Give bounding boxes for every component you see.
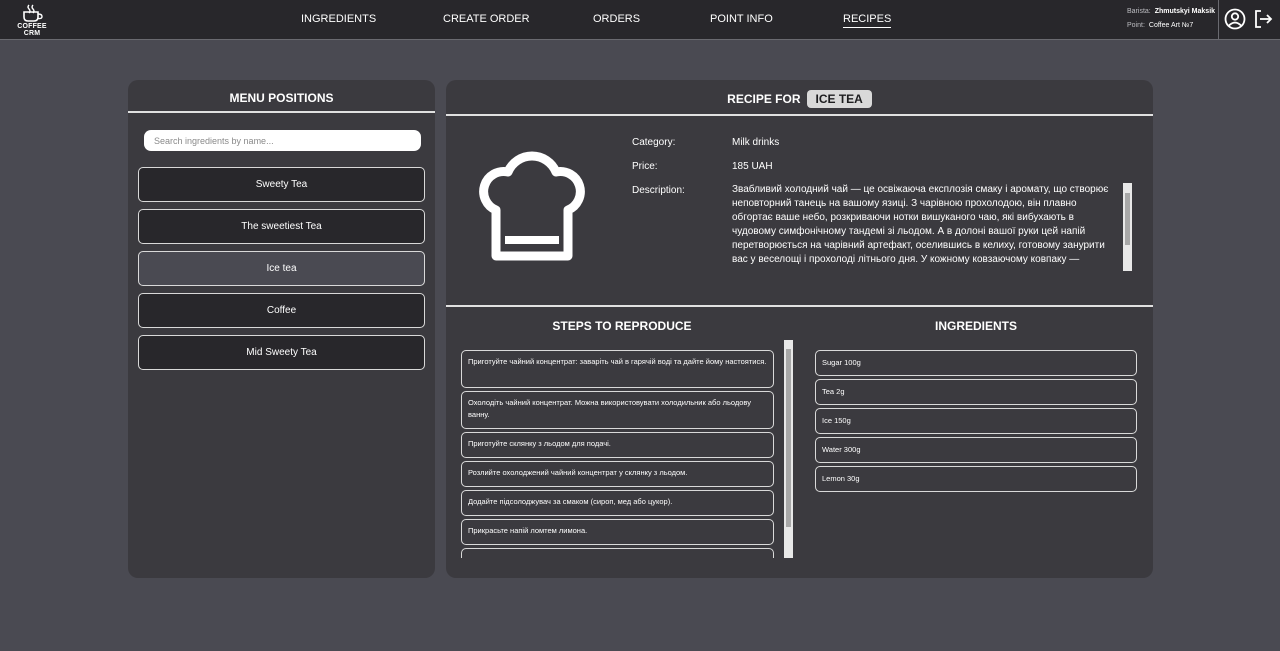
app-logo[interactable]: COFFEE CRM (8, 4, 56, 37)
step-item: Приготуйте чайний концентрат: заваріть ч… (461, 350, 774, 388)
description-text: Звабливий холодний чай — це освіжаюча ек… (732, 184, 1109, 265)
logout-icon (1255, 10, 1273, 28)
menu-item-the-sweetiest-tea[interactable]: The sweetiest Tea (138, 209, 425, 244)
profile-button[interactable] (1224, 8, 1246, 30)
price-value: 185 UAH (732, 161, 773, 172)
recipe-header: RECIPE FOR ICE TEA (446, 90, 1153, 108)
nav-label: RECIPES (843, 13, 892, 28)
barista-name: Zhmutskyi Maksik (1154, 8, 1216, 15)
steps-list: Приготуйте чайний концентрат: заваріть ч… (461, 350, 776, 558)
recipe-section-divider (446, 305, 1153, 307)
recipe-header-divider (446, 114, 1153, 116)
menu-item-sweety-tea[interactable]: Sweety Tea (138, 167, 425, 202)
step-item: Охолодіть чайний концентрат. Можна викор… (461, 391, 774, 429)
category-label: Category: (632, 137, 676, 148)
description-scroll-thumb[interactable] (1125, 193, 1130, 245)
user-info: Barista: Zhmutskyi Maksik Point: Coffee Ar… (1127, 5, 1215, 33)
nav-create-order[interactable]: CREATE ORDER (443, 0, 530, 39)
description-label: Description: (632, 185, 685, 196)
steps-scrollbar[interactable] (784, 340, 793, 558)
price-label: Price: (632, 161, 658, 172)
chef-hat-icon (479, 151, 585, 261)
user-circle-icon (1224, 8, 1246, 30)
topbar-divider (1218, 0, 1219, 39)
nav-label: INGREDIENTS (301, 13, 377, 25)
ingredient-item: Ice 150g (815, 408, 1137, 434)
steps-title: STEPS TO REPRODUCE (552, 319, 692, 333)
step-item-partial (461, 548, 774, 558)
step-item: Приготуйте склянку з льодом для подачі. (461, 432, 774, 458)
ingredient-item: Sugar 100g (815, 350, 1137, 376)
description-scrollbar[interactable] (1123, 183, 1132, 271)
menu-item-ice-tea[interactable]: Ice tea (138, 251, 425, 286)
recipe-name-badge: ICE TEA (806, 90, 872, 108)
step-item: Прикрасьте напій ломтем лимона. (461, 519, 774, 545)
ingredient-item: Water 300g (815, 437, 1137, 463)
menu-title-divider (128, 111, 435, 113)
app-logo-text: COFFEE CRM (17, 23, 47, 37)
barista-label: Barista: (1127, 8, 1151, 15)
point-name: Coffee Art №7 (1148, 22, 1194, 29)
recipe-title-prefix: RECIPE FOR (727, 92, 801, 106)
recipe-panel: RECIPE FOR ICE TEA Category: Milk drinks … (446, 80, 1153, 578)
menu-item-coffee[interactable]: Coffee (138, 293, 425, 328)
coffee-cup-icon (23, 4, 43, 22)
nav-label: ORDERS (593, 13, 641, 25)
nav-point-info[interactable]: POINT INFO (710, 0, 773, 39)
nav-ingredients[interactable]: INGREDIENTS (301, 0, 376, 39)
nav-orders[interactable]: ORDERS (593, 0, 640, 39)
ingredient-item: Tea 2g (815, 379, 1137, 405)
search-input[interactable] (144, 130, 421, 151)
ingredients-title: INGREDIENTS (934, 319, 1017, 333)
category-value: Milk drinks (732, 137, 780, 148)
logout-button[interactable] (1252, 8, 1274, 30)
menu-positions-title: MENU POSITIONS (229, 91, 334, 105)
steps-scroll-thumb[interactable] (786, 349, 791, 527)
top-bar: COFFEE CRM INGREDIENTS CREATE ORDER ORDE… (0, 0, 1280, 40)
menu-item-mid-sweety-tea[interactable]: Mid Sweety Tea (138, 335, 425, 370)
nav-label: POINT INFO (710, 13, 773, 25)
step-item: Розлийте охолоджений чайний концентрат у… (461, 461, 774, 487)
step-item: Додайте підсолоджувач за смаком (сироп, … (461, 490, 774, 516)
point-label: Point: (1127, 22, 1145, 29)
ingredient-item: Lemon 30g (815, 466, 1137, 492)
nav-recipes[interactable]: RECIPES (843, 0, 892, 39)
nav-label: CREATE ORDER (443, 13, 530, 25)
menu-positions-panel: MENU POSITIONS Sweety Tea The sweetiest … (128, 80, 435, 578)
